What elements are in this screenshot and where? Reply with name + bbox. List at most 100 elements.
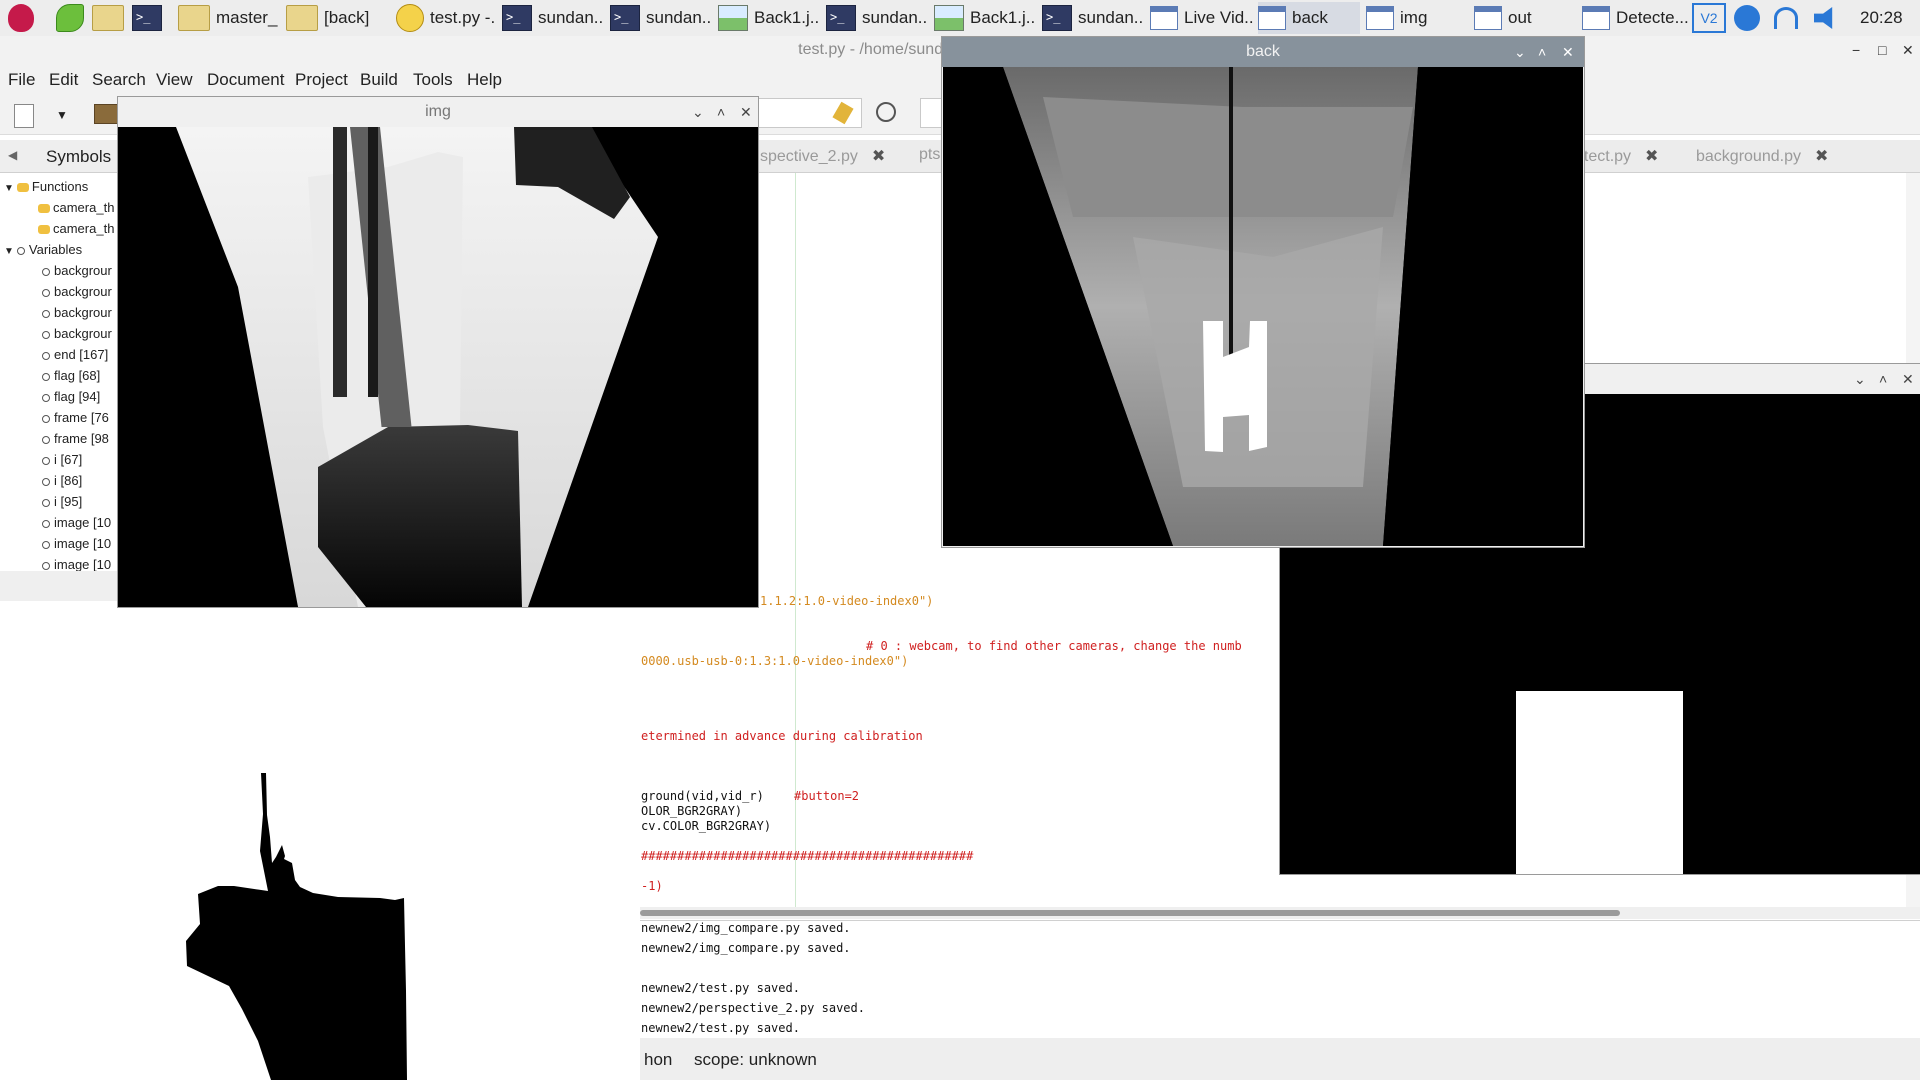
scrollbar-thumb[interactable] — [640, 910, 1620, 916]
tree-item[interactable]: i [67] — [42, 449, 82, 470]
tree-item[interactable]: backgrour — [42, 281, 112, 302]
tree-label: backgrour — [54, 263, 112, 278]
tree-label: frame [76 — [54, 410, 109, 425]
tree-node-variables[interactable]: ▼ Variables — [0, 239, 82, 260]
tree-item[interactable]: end [167] — [42, 344, 108, 365]
tree-item[interactable]: backgrour — [42, 260, 112, 281]
taskbar-item[interactable]: master_... — [178, 2, 278, 34]
message-line: newnew2/perspective_2.py saved. — [641, 1001, 865, 1015]
taskbar-item-active[interactable]: back — [1258, 2, 1360, 34]
img-window: img ⌄ ˄ ✕ — [118, 97, 758, 607]
tree-node-functions[interactable]: ▼ Functions — [0, 176, 88, 197]
taskbar-item[interactable]: img — [1366, 2, 1470, 34]
maximize-button[interactable]: ˄ — [717, 97, 725, 127]
menu-tools[interactable]: Tools — [413, 70, 453, 90]
code-line: 1.1.2:1.0-video-index0") — [760, 594, 934, 608]
taskbar-item[interactable]: Live Vid... — [1150, 2, 1254, 34]
chevron-down-icon[interactable]: ⌄ — [1854, 364, 1866, 394]
taskbar-item[interactable]: >_ sundan... — [502, 2, 602, 34]
geany-icon — [396, 4, 424, 32]
menu-view[interactable]: View — [156, 70, 193, 90]
open-file-icon[interactable] — [94, 104, 118, 124]
chevron-down-icon[interactable]: ▼ — [56, 108, 68, 122]
taskbar-item-label: Back1.j... — [970, 8, 1036, 27]
taskbar-item[interactable]: Back1.j... — [718, 2, 820, 34]
variable-icon — [42, 372, 50, 381]
tree-item[interactable]: camera_th — [38, 197, 114, 218]
threshold-shape — [186, 773, 407, 1080]
taskbar-item-label: [back] — [324, 8, 370, 27]
tree-item[interactable]: backgrour — [42, 302, 112, 323]
close-icon[interactable]: ✖ — [872, 148, 885, 165]
tree-item[interactable]: i [86] — [42, 470, 82, 491]
tree-item[interactable]: image [10 — [42, 512, 111, 533]
close-button[interactable]: ✕ — [1902, 42, 1914, 59]
folder-icon — [178, 5, 210, 31]
horizontal-scrollbar[interactable] — [640, 907, 1920, 919]
tree-item[interactable]: i [95] — [42, 491, 82, 512]
chevron-down-icon[interactable]: ⌄ — [692, 97, 704, 127]
vnc-tray-button[interactable]: V2 — [1692, 0, 1726, 36]
message-line: newnew2/img_compare.py saved. — [641, 941, 851, 955]
raspberry-menu-button[interactable] — [8, 0, 34, 36]
tab-label: pts — [919, 146, 941, 163]
updates-tray-button[interactable] — [1734, 0, 1760, 36]
message-line: newnew2/test.py saved. — [641, 981, 800, 995]
interior-rectangle — [1516, 691, 1683, 874]
menu-build[interactable]: Build — [360, 70, 398, 90]
tab-pts[interactable]: pts — [919, 146, 940, 164]
menu-project[interactable]: Project — [295, 70, 348, 90]
chevron-down-icon[interactable]: ⌄ — [1514, 37, 1526, 67]
tree-item[interactable]: backgrour — [42, 323, 112, 344]
taskbar-item[interactable]: >_ sundan... — [826, 2, 926, 34]
launcher-terminal-button[interactable]: >_ — [132, 0, 162, 36]
menu-search[interactable]: Search — [92, 70, 146, 90]
taskbar-item[interactable]: Detecte... — [1582, 2, 1690, 34]
taskbar-item[interactable]: >_ sundan... — [1042, 2, 1142, 34]
search-icon[interactable] — [876, 102, 896, 122]
tree-item[interactable]: flag [68] — [42, 365, 100, 386]
tab-symbols[interactable]: Symbols — [46, 147, 111, 167]
tree-label: end [167] — [54, 347, 109, 362]
tree-item[interactable]: flag [94] — [42, 386, 100, 407]
tree-item[interactable]: frame [98 — [42, 428, 109, 449]
menu-edit[interactable]: Edit — [49, 70, 78, 90]
clock[interactable]: 20:28 — [1860, 0, 1903, 36]
tree-item[interactable]: camera_th — [38, 218, 114, 239]
tab-background[interactable]: background.py ✖ — [1696, 146, 1828, 166]
taskbar-item[interactable]: out — [1474, 2, 1578, 34]
taskbar-item[interactable]: test.py -... — [396, 2, 496, 34]
back-window: back ⌄ ˄ ✕ — [942, 37, 1584, 547]
taskbar-item-label: Back1.j... — [754, 8, 820, 27]
close-button[interactable]: ✕ — [1562, 37, 1574, 67]
menu-document[interactable]: Document — [207, 70, 284, 90]
taskbar-item[interactable]: Back1.j... — [934, 2, 1036, 34]
wifi-tray-button[interactable] — [1774, 0, 1798, 36]
menu-help[interactable]: Help — [467, 70, 502, 90]
tab-label: spective_2.py — [760, 148, 858, 165]
maximize-button[interactable]: ˄ — [1879, 364, 1887, 394]
launcher-browser-button[interactable] — [56, 0, 84, 36]
maximize-button[interactable]: □ — [1878, 42, 1886, 58]
taskbar-item[interactable]: [back] — [286, 2, 386, 34]
taskbar-item[interactable]: >_ sundan... — [610, 2, 710, 34]
new-file-icon[interactable] — [14, 104, 34, 128]
close-button[interactable]: ✕ — [1902, 364, 1914, 394]
tab-detect[interactable]: etect.py ✖ — [1575, 146, 1658, 166]
menu-file[interactable]: File — [8, 70, 35, 90]
terminal-icon: >_ — [132, 5, 162, 31]
tree-item[interactable]: image [10 — [42, 533, 111, 554]
tree-label: backgrour — [54, 326, 112, 341]
tree-item[interactable]: frame [76 — [42, 407, 109, 428]
tree-item[interactable]: image [10 — [42, 554, 111, 571]
launcher-files-button[interactable] — [92, 0, 124, 36]
tab-perspective[interactable]: spective_2.py ✖ — [760, 146, 885, 166]
close-button[interactable]: ✕ — [740, 97, 752, 127]
variable-icon — [42, 414, 50, 423]
minimize-button[interactable]: − — [1852, 42, 1860, 58]
close-icon[interactable]: ✖ — [1645, 148, 1658, 165]
close-icon[interactable]: ✖ — [1815, 148, 1828, 165]
volume-tray-button[interactable] — [1814, 0, 1840, 36]
maximize-button[interactable]: ˄ — [1538, 37, 1546, 67]
chevron-left-icon[interactable]: ◀ — [8, 148, 17, 162]
